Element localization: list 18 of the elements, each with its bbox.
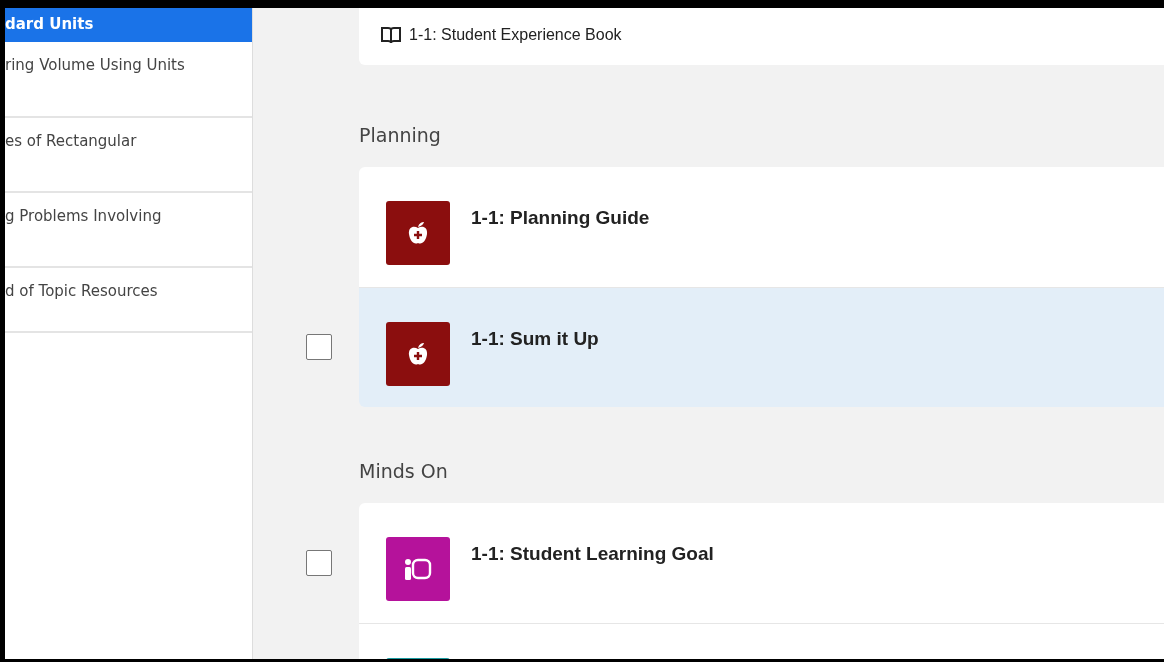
- resource-title: 1-1: Student Experience Book: [409, 25, 622, 44]
- sidebar-item[interactable]: d of Topic Resources: [5, 268, 252, 333]
- book-icon: [381, 25, 401, 44]
- sidebar-item[interactable]: ring Volume Using Units: [5, 42, 252, 118]
- resource-title: 1-1: Sum it Up: [471, 327, 599, 351]
- resource-row[interactable]: 1-1: Planning Guide: [359, 167, 1164, 287]
- sidebar-item[interactable]: dard Units: [5, 8, 252, 42]
- resource-title: 1-1: Student Learning Goal: [471, 542, 714, 566]
- resource-row[interactable]: 1-1: Sum it Up: [359, 287, 1164, 407]
- section-heading: Planning: [359, 123, 442, 148]
- resource-title: 1-1: Planning Guide: [471, 206, 650, 230]
- checkbox[interactable]: [306, 550, 332, 576]
- sidebar-item[interactable]: es of Rectangular: [5, 118, 252, 193]
- section-heading: Minds On: [359, 459, 449, 484]
- resource-row[interactable]: 1-1: Student Learning Goal: [359, 503, 1164, 623]
- resource-card[interactable]: 1-1: Student Experience Book: [359, 8, 1164, 65]
- checkbox[interactable]: [306, 334, 332, 360]
- sidebar-item[interactable]: g Problems Involving: [5, 193, 252, 268]
